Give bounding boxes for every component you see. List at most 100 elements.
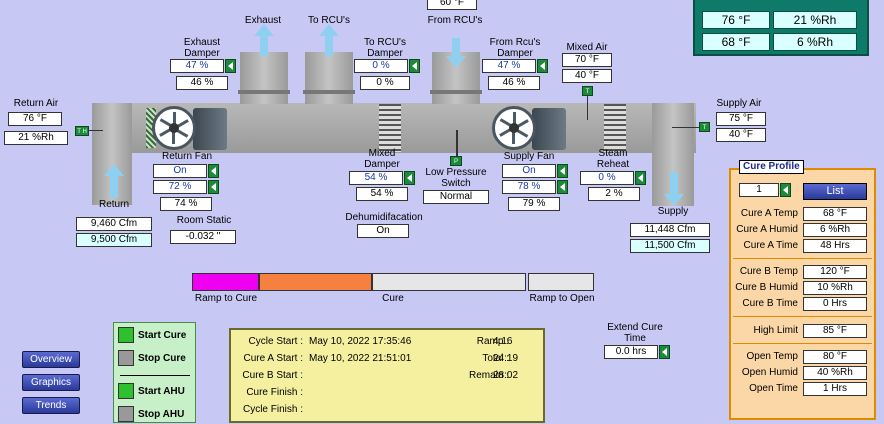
- supply-fan-status[interactable]: On: [502, 164, 556, 178]
- cycle-start-value: May 10, 2022 17:35:46: [309, 336, 412, 347]
- return-fan-icon: [152, 106, 196, 150]
- return-air-humid: 21 %Rh: [4, 131, 68, 145]
- cure-row-label: Cure A Time: [743, 240, 798, 251]
- cure-label: Cure: [382, 293, 404, 304]
- graphics-button[interactable]: Graphics: [22, 374, 80, 391]
- supply-fan-label: Supply Fan: [503, 151, 555, 162]
- cure-a-start-label: Cure A Start :: [243, 353, 303, 364]
- mixed-air-temp-1: 70 °F: [562, 53, 612, 67]
- cure-row-value[interactable]: 10 %Rh: [803, 281, 867, 295]
- return-fan-status[interactable]: On: [153, 164, 207, 178]
- mixed-damper-feedback: 54 %: [356, 187, 408, 201]
- trends-button[interactable]: Trends: [22, 397, 80, 414]
- room-static-label: Room Static: [176, 215, 232, 226]
- room-temp-2: 68 °F: [702, 33, 770, 51]
- return-air-temp: 76 °F: [8, 112, 62, 126]
- return-cfm-2[interactable]: 9,500 Cfm: [76, 233, 152, 247]
- return-fan-speed-cmd[interactable]: 72 %: [153, 180, 207, 194]
- cure-divider: [733, 343, 872, 344]
- extend-cure-adjust-button[interactable]: [659, 345, 670, 359]
- exhaust-arrow-icon: [254, 24, 274, 56]
- cure-row-value[interactable]: 85 °F: [803, 324, 867, 338]
- exhaust-damper-adjust-button[interactable]: [225, 59, 236, 73]
- cure-row-value[interactable]: 6 %Rh: [803, 223, 867, 237]
- cure-row-label: High Limit: [753, 325, 798, 336]
- cure-row-label: Open Humid: [741, 367, 798, 378]
- cure-row-label: Open Temp: [746, 351, 798, 362]
- duct-divider-1: [238, 90, 290, 94]
- steam-reheat-adjust-button[interactable]: [635, 171, 646, 185]
- cure-profile-select-button[interactable]: [780, 183, 791, 197]
- from-rcus-damper-label: From Rcu's Damper: [489, 37, 541, 59]
- control-divider: [120, 375, 190, 376]
- supply-arrow-icon: [664, 172, 684, 206]
- cure-row-value[interactable]: 0 Hrs: [803, 297, 867, 311]
- mixed-damper-label: Mixed Damper: [364, 148, 400, 170]
- to-rcus-damper-setpoint[interactable]: 0 %: [354, 59, 408, 73]
- cure-bar: [259, 273, 372, 291]
- supply-fan-speed-fb: 79 %: [508, 197, 560, 211]
- mixed-air-label: Mixed Air: [566, 42, 608, 53]
- low-pressure-label: Low Pressure Switch: [425, 167, 487, 189]
- extend-cure-value[interactable]: 0.0 hrs: [604, 345, 658, 359]
- to-rcus-label: To RCU's: [308, 15, 350, 26]
- supply-cfm-2[interactable]: 11,500 Cfm: [630, 239, 710, 253]
- start-cure-indicator: [118, 327, 134, 344]
- room-temp-1: 76 °F: [702, 11, 770, 29]
- room-humid-2: 6 %Rh: [773, 33, 857, 51]
- cure-row-label: Open Time: [749, 383, 798, 394]
- cure-a-start-value: May 10, 2022 21:51:01: [309, 353, 412, 364]
- ramp-to-cure-label: Ramp to Cure: [194, 293, 258, 304]
- start-cure-button[interactable]: Start Cure: [118, 327, 186, 345]
- supply-fan-speed-button[interactable]: [557, 180, 568, 194]
- to-rcus-damper-adjust-button[interactable]: [409, 59, 420, 73]
- duct-divider-2: [303, 90, 355, 94]
- supply-air-temp-1: 75 °F: [716, 112, 766, 126]
- cure-row-label: Cure B Temp: [739, 266, 798, 277]
- cycle-start-label: Cycle Start :: [248, 336, 303, 347]
- duct-divider-3: [430, 90, 482, 94]
- exhaust-damper-setpoint[interactable]: 47 %: [170, 59, 224, 73]
- start-ahu-button[interactable]: Start AHU: [118, 383, 185, 401]
- stop-cure-button[interactable]: Stop Cure: [118, 350, 186, 368]
- cure-row-value[interactable]: 40 %Rh: [803, 366, 867, 380]
- supply-fan-status-button[interactable]: [557, 164, 568, 178]
- total-value: 24:19: [493, 353, 519, 364]
- supply-cfm-1: 11,448 Cfm: [630, 223, 710, 237]
- return-fan-status-button[interactable]: [208, 164, 219, 178]
- return-fan-speed-button[interactable]: [208, 180, 219, 194]
- cure-row-value[interactable]: 1 Hrs: [803, 382, 867, 396]
- from-rcus-damper-setpoint[interactable]: 47 %: [482, 59, 536, 73]
- exhaust-damper-feedback: 46 %: [176, 76, 228, 90]
- steam-reheat-setpoint[interactable]: 0 %: [580, 171, 634, 185]
- supply-fan-speed-cmd[interactable]: 78 %: [502, 180, 556, 194]
- mixed-damper-adjust-button[interactable]: [404, 171, 415, 185]
- mixed-damper-setpoint[interactable]: 54 %: [349, 171, 403, 185]
- to-rcus-duct: [305, 52, 353, 104]
- mixed-air-temp-2: 40 °F: [562, 69, 612, 83]
- dehumidification-label: Dehumidifacation: [345, 212, 423, 223]
- supply-air-label: Supply Air: [716, 98, 762, 109]
- cure-row-value[interactable]: 68 °F: [803, 207, 867, 221]
- from-rcus-damper-feedback: 46 %: [488, 76, 540, 90]
- from-rcus-damper-adjust-button[interactable]: [537, 59, 548, 73]
- from-rcus-arrow-icon: [446, 38, 466, 68]
- return-fan-speed-fb: 74 %: [160, 197, 212, 211]
- cycle-finish-label: Cycle Finish :: [242, 404, 303, 415]
- cure-profile-selector[interactable]: 1: [739, 183, 779, 197]
- return-label: Return: [98, 199, 129, 210]
- list-button[interactable]: List: [803, 183, 867, 200]
- cure-row-value[interactable]: 80 °F: [803, 350, 867, 364]
- cure-row-value[interactable]: 120 °F: [803, 265, 867, 279]
- cure-row-value[interactable]: 48 Hrs: [803, 239, 867, 253]
- return-air-sensor: T H: [75, 126, 89, 136]
- cure-row-label: Cure A Temp: [740, 208, 798, 219]
- to-rcus-arrow-icon: [319, 24, 339, 56]
- from-rcus-value: 60 °F: [427, 0, 477, 10]
- steam-reheat-feedback: 2 %: [588, 187, 640, 201]
- stop-ahu-indicator: [118, 406, 134, 423]
- overview-button[interactable]: Overview: [22, 351, 80, 368]
- room-conditions-panel: 76 °F 21 %Rh 68 °F 6 %Rh: [693, 0, 869, 56]
- stop-ahu-button[interactable]: Stop AHU: [118, 406, 184, 424]
- supply-air-sensor: T: [699, 122, 710, 132]
